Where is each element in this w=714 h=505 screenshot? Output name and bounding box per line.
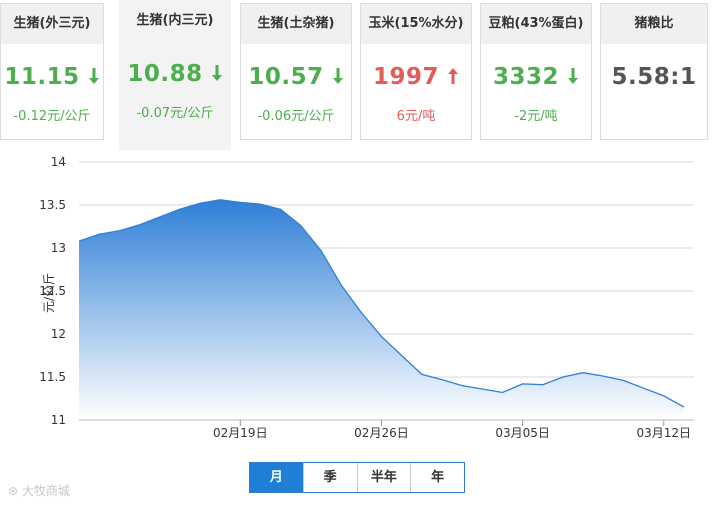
card-value: 10.57 (241, 64, 351, 90)
card-value-text: 5.58:1 (611, 64, 697, 90)
y-tick-label: 12 (51, 327, 66, 341)
card-title: 猪粮比 (601, 4, 707, 44)
x-tick-label: 02月26日 (354, 426, 409, 440)
y-tick-label: 11.5 (39, 370, 66, 384)
price-cards: 生猪(外三元) 11.15 -0.12元/公斤 生猪(内三元) 10.88 -0… (0, 0, 714, 150)
card-soymeal[interactable]: 豆粕(43%蛋白) 3332 -2元/吨 (480, 3, 592, 140)
x-tick-label: 03月05日 (495, 426, 550, 440)
arrow-down-icon (88, 68, 99, 84)
card-title: 生猪(内三元) (120, 1, 230, 41)
x-tick-label: 02月19日 (213, 426, 268, 440)
card-value-text: 10.57 (248, 64, 324, 90)
arrow-down-icon (211, 65, 222, 81)
card-change: -0.06元/公斤 (257, 109, 335, 124)
tab-half-year[interactable]: 半年 (356, 463, 411, 492)
card-pig-grain-ratio[interactable]: 猪粮比 5.58:1 (600, 3, 708, 140)
card-change: 6元/吨 (396, 109, 436, 124)
card-title: 生猪(土杂猪) (241, 4, 351, 44)
arrow-up-icon (448, 68, 458, 84)
card-value: 1997 (361, 64, 471, 90)
y-tick-label: 11 (51, 413, 66, 427)
card-pig-mixed[interactable]: 生猪(土杂猪) 10.57 -0.06元/公斤 (240, 3, 352, 140)
tab-year[interactable]: 年 (410, 463, 464, 492)
card-value-text: 11.15 (4, 64, 80, 90)
card-title: 玉米(15%水分) (361, 4, 471, 44)
card-value-text: 3332 (492, 64, 559, 90)
y-tick-label: 13 (51, 241, 66, 255)
area-fill (79, 199, 684, 420)
tab-quarter[interactable]: 季 (302, 463, 357, 492)
card-value-text: 10.88 (127, 61, 203, 87)
x-axis: 02月19日 02月26日 03月05日 03月12日 (79, 419, 694, 440)
card-pig-outer[interactable]: 生猪(外三元) 11.15 -0.12元/公斤 (0, 3, 104, 140)
area-series (78, 199, 685, 420)
period-tabs: 月 季 半年 年 (249, 462, 465, 493)
card-change: -2元/吨 (514, 109, 558, 124)
card-change: -0.07元/公斤 (136, 106, 214, 121)
arrow-down-icon (332, 68, 343, 84)
y-tick-label: 14 (51, 155, 66, 169)
card-value-text: 1997 (372, 64, 439, 90)
card-change: -0.12元/公斤 (13, 109, 91, 124)
card-value: 11.15 (1, 64, 103, 90)
tab-month[interactable]: 月 (250, 463, 303, 492)
price-chart: 1111.51212.51313.514 02月19日 02月26日 03月05日 0… (39, 155, 694, 440)
card-value: 5.58:1 (601, 64, 707, 90)
card-title: 豆粕(43%蛋白) (481, 4, 591, 44)
card-corn[interactable]: 玉米(15%水分) 1997 6元/吨 (360, 3, 472, 140)
card-pig-inner[interactable]: 生猪(内三元) 10.88 -0.07元/公斤 (119, 0, 231, 150)
x-tick-label: 03月12日 (636, 426, 691, 440)
card-value: 3332 (481, 64, 591, 90)
y-tick-label: 13.5 (39, 198, 66, 212)
watermark-text: 大牧商城 (21, 484, 70, 498)
watermark: ⊛ 大牧商城 (8, 484, 70, 498)
arrow-down-icon (568, 68, 578, 84)
card-value: 10.88 (120, 61, 230, 87)
y-axis-title: 元/公斤 (42, 273, 56, 313)
card-title: 生猪(外三元) (1, 4, 103, 44)
